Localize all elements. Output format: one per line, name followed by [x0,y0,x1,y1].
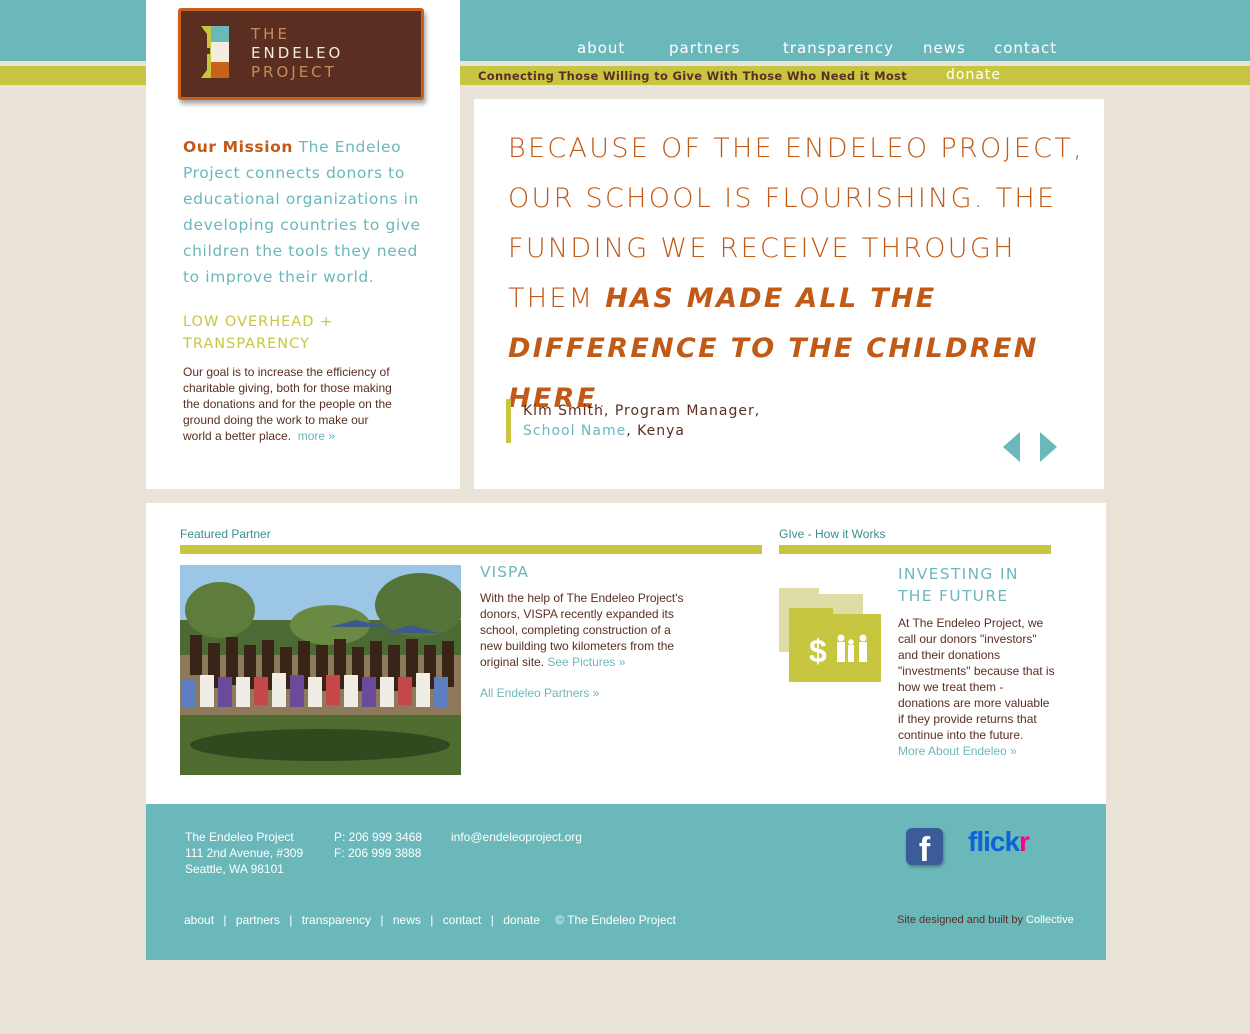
logo-line-2: ENDELEO [251,44,344,62]
footer-nav-transparency[interactable]: transparency [302,913,371,927]
footer-org: The Endeleo Project [185,830,294,844]
footer-nav-separator: | [490,913,494,927]
overhead-text-block: Our goal is to increase the efficiency o… [183,364,398,444]
site-footer [146,804,1106,960]
previous-arrow-icon[interactable] [1003,432,1020,462]
partner-description-block: With the help of The Endeleo Project's d… [480,590,695,670]
footer-email-link[interactable]: info@endeleoproject.org [451,829,582,845]
logo-text: THE ENDELEO PROJECT [251,25,343,82]
investment-currency-symbol: $ [809,633,827,669]
nav-about[interactable]: about [577,39,625,57]
footer-nav-donate[interactable]: donate [503,913,540,927]
featured-partner-bar [180,545,762,554]
investing-text: At The Endeleo Project, we call our dono… [898,616,1055,742]
footer-phone: P: 206 999 3468 [334,830,423,844]
nav-news[interactable]: news [923,39,966,57]
investing-heading: INVESTING IN THE FUTURE [898,565,1019,605]
footer-phones: P: 206 999 3468 F: 206 999 3888 [334,829,422,861]
footer-nav: about | partners | transparency | news |… [184,913,682,927]
all-partners-link[interactable]: All Endeleo Partners » [480,686,599,700]
footer-nav-news[interactable]: news [393,913,421,927]
give-label: GIve - How it Works [779,527,886,541]
investment-folder-icon: $ [779,588,884,688]
overhead-more-link[interactable]: more » [298,429,335,443]
footer-credit: Site designed and built by Collective [897,914,1074,926]
testimonial-attribution: Kim Smith, Program Manager, School Name,… [523,401,760,441]
credit-prefix: Site designed and built by [897,914,1023,926]
footer-nav-separator: | [430,913,434,927]
attribution-bar [506,399,511,443]
nav-contact[interactable]: contact [994,39,1057,57]
partner-title: VISPA [480,563,529,581]
footer-fax: F: 206 999 3888 [334,846,422,860]
flickr-logo-text-b: r [1019,826,1030,857]
nav-donate[interactable]: donate [946,67,1001,83]
mission-statement: Our Mission The Endeleo Project connects… [183,134,438,290]
flickr-icon[interactable]: flickr [968,826,1030,858]
logo-line-3: PROJECT [251,63,337,81]
next-arrow-icon[interactable] [1040,432,1057,462]
site-logo[interactable]: THE ENDELEO PROJECT [178,8,424,100]
partner-photo-image [180,565,461,775]
facebook-icon[interactable]: f [906,828,943,865]
nav-partners[interactable]: partners [669,39,740,57]
flickr-logo-text-a: flick [968,826,1020,857]
partner-photo[interactable] [180,565,461,775]
footer-city: Seattle, WA 98101 [185,862,284,876]
attribution-name: Kim Smith, Program Manager, [523,403,761,419]
give-bar [779,545,1051,554]
investing-text-block: At The Endeleo Project, we call our dono… [898,615,1056,759]
featured-partner-label: Featured Partner [180,527,271,541]
footer-nav-separator: | [289,913,293,927]
testimonial-quote: BECAUSE OF THE ENDELEO PROJECT, OUR SCHO… [508,124,1098,424]
mission-text: The Endeleo Project connects donors to e… [183,138,421,286]
footer-nav-contact[interactable]: contact [443,913,482,927]
footer-nav-partners[interactable]: partners [236,913,280,927]
see-pictures-link[interactable]: See Pictures » [547,655,625,669]
footer-copyright: © The Endeleo Project [555,913,676,927]
attribution-school-link[interactable]: School Name [523,423,626,439]
nav-transparency[interactable]: transparency [783,39,894,57]
overhead-text: Our goal is to increase the efficiency o… [183,365,392,443]
tagline: Connecting Those Willing to Give With Th… [478,69,907,83]
footer-nav-separator: | [380,913,384,927]
attribution-country: , Kenya [626,423,685,439]
credit-link[interactable]: Collective [1026,914,1074,926]
footer-street: 111 2nd Avenue, #309 [185,846,304,860]
logo-mark-icon [201,26,229,78]
overhead-heading: LOW OVERHEAD + TRANSPARENCY [183,314,334,352]
mission-lead: Our Mission [183,138,294,156]
footer-address: The Endeleo Project 111 2nd Avenue, #309… [185,829,303,877]
logo-line-1: THE [251,25,290,43]
footer-nav-separator: | [223,913,227,927]
footer-nav-about[interactable]: about [184,913,214,927]
more-about-link[interactable]: More About Endeleo » [898,744,1017,758]
